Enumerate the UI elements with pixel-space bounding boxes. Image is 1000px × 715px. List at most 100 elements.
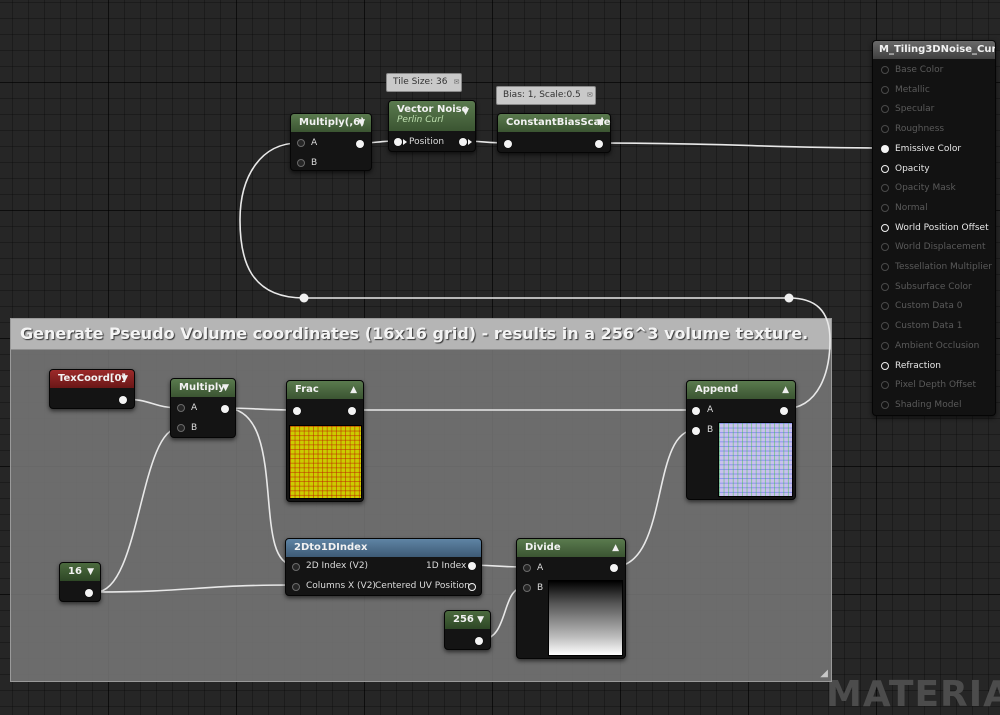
append-pin-b-label: B <box>707 425 714 435</box>
constant-256-output-pin[interactable] <box>475 637 483 645</box>
result-input-pin[interactable] <box>881 243 889 252</box>
result-input-pin[interactable] <box>881 381 889 390</box>
comment-title[interactable]: Generate Pseudo Volume coordinates (16x1… <box>11 319 831 350</box>
result-input-pin[interactable] <box>881 400 889 409</box>
result-input-label: Custom Data 0 <box>895 301 963 312</box>
result-input-label: Specular <box>895 104 935 115</box>
index-centered-output-label: Centered UV Position <box>375 581 470 591</box>
triangle-up-icon[interactable]: ▲ <box>350 381 357 399</box>
append-node[interactable]: Append ▲ A B <box>686 380 796 500</box>
divide-output-pin[interactable] <box>610 564 618 572</box>
resize-grip-icon[interactable]: ◢ <box>820 668 828 679</box>
result-input-pin[interactable] <box>881 105 889 114</box>
append-output-pin[interactable] <box>780 407 788 415</box>
multiply-pin-b-icon[interactable] <box>177 424 185 432</box>
multiply-pin-a-icon[interactable] <box>177 404 185 412</box>
material-result-title[interactable]: M_Tiling3DNoise_Curl <box>873 41 995 59</box>
constant-bias-scale-input-pin[interactable] <box>504 140 512 148</box>
result-input-pin[interactable] <box>881 361 889 370</box>
vector-noise-input-pin[interactable] <box>394 138 402 146</box>
result-input-pin[interactable] <box>881 263 889 271</box>
multiply-node[interactable]: Multiply ▼ A B <box>170 378 236 438</box>
frac-node[interactable]: Frac ▲ <box>286 380 364 502</box>
multiply-6-pin-b-icon[interactable] <box>297 159 305 167</box>
multiply-6-title: Multiply(,6) <box>299 117 365 128</box>
vector-noise-output-pin[interactable] <box>459 138 467 146</box>
index-2d-to-1d-node[interactable]: 2Dto1DIndex 2D Index (V2) Columns X (V2)… <box>285 538 482 596</box>
index-1d-output-pin[interactable] <box>468 562 476 570</box>
triangle-down-icon[interactable]: ▼ <box>121 370 128 388</box>
divide-pin-a-icon[interactable] <box>523 564 531 572</box>
triangle-down-icon[interactable]: ▼ <box>597 114 604 132</box>
divide-preview <box>548 580 623 656</box>
frac-output-pin[interactable] <box>348 407 356 415</box>
constant-bias-scale-header[interactable]: ConstantBiasScale ▼ <box>498 114 611 132</box>
result-input-pin[interactable] <box>881 144 889 153</box>
constant-bias-scale-title: ConstantBiasScale <box>506 117 611 128</box>
comment-bubble-icon[interactable]: ✉ <box>454 74 460 91</box>
result-input-pin[interactable] <box>881 85 889 94</box>
multiply-6-output-pin[interactable] <box>356 140 364 148</box>
triangle-down-icon[interactable]: ▼ <box>222 379 229 397</box>
vector-noise-header[interactable]: Vector Noise Perlin Curl ▼ <box>389 101 475 131</box>
result-input-pin[interactable] <box>881 282 889 291</box>
result-input-pin[interactable] <box>881 322 889 331</box>
append-pin-b-icon[interactable] <box>692 427 700 435</box>
result-input-label: Roughness <box>895 124 945 135</box>
multiply-output-pin[interactable] <box>221 405 229 413</box>
result-input-pin[interactable] <box>881 184 889 193</box>
triangle-down-icon[interactable]: ▼ <box>87 563 94 581</box>
frac-input-pin[interactable] <box>293 407 301 415</box>
multiply-6-node[interactable]: Multiply(,6) ▼ A B <box>290 113 372 171</box>
bias-scale-text: Bias: 1, Scale:0.5 <box>503 90 581 100</box>
multiply-6-pin-a-icon[interactable] <box>297 139 305 147</box>
multiply-pin-a-label: A <box>191 403 198 413</box>
constant-16-header[interactable]: 16 ▼ <box>60 563 100 581</box>
result-input-pin[interactable] <box>881 203 889 212</box>
triangle-down-icon[interactable]: ▼ <box>477 611 484 629</box>
constant-bias-scale-output-pin[interactable] <box>595 140 603 148</box>
multiply-header[interactable]: Multiply ▼ <box>171 379 235 397</box>
result-input-pin[interactable] <box>881 125 889 134</box>
frac-title: Frac <box>295 384 319 395</box>
divide-node[interactable]: Divide ▲ A B <box>516 538 626 659</box>
result-input-pin[interactable] <box>881 302 889 311</box>
triangle-down-icon[interactable]: ▼ <box>358 114 365 132</box>
result-input-label: Opacity Mask <box>895 183 956 194</box>
result-input-pin[interactable] <box>881 66 889 74</box>
triangle-up-icon[interactable]: ▲ <box>612 539 619 557</box>
divide-pin-b-icon[interactable] <box>523 584 531 592</box>
divide-pin-b-label: B <box>537 583 544 593</box>
constant-bias-scale-node[interactable]: ConstantBiasScale ▼ <box>497 113 611 153</box>
index-2d-input-pin[interactable] <box>292 563 300 571</box>
constant-256-header[interactable]: 256 ▼ <box>445 611 490 629</box>
texcoord-output-pin[interactable] <box>119 396 127 404</box>
result-input-label: Pixel Depth Offset <box>895 380 976 391</box>
append-pin-a-icon[interactable] <box>692 407 700 415</box>
result-input-pin[interactable] <box>881 223 889 232</box>
constant-16-node[interactable]: 16 ▼ <box>59 562 101 602</box>
multiply-6-pin-b-label: B <box>311 158 318 168</box>
divide-header[interactable]: Divide ▲ <box>517 539 625 557</box>
triangle-down-icon[interactable]: ▼ <box>462 107 469 117</box>
comment-bubble-icon[interactable]: ✉ <box>587 87 593 104</box>
index-2d-to-1d-header[interactable]: 2Dto1DIndex <box>286 539 481 557</box>
index-centered-output-pin[interactable] <box>468 583 476 591</box>
multiply-6-header[interactable]: Multiply(,6) ▼ <box>291 114 371 132</box>
result-input-label: Ambient Occlusion <box>895 340 980 351</box>
constant-256-node[interactable]: 256 ▼ <box>444 610 491 650</box>
constant-16-output-pin[interactable] <box>85 589 93 597</box>
index-columns-input-label: Columns X (V2) <box>306 581 376 591</box>
index-columns-input-pin[interactable] <box>292 583 300 591</box>
triangle-up-icon[interactable]: ▲ <box>782 381 789 399</box>
multiply-pin-b-label: B <box>191 423 198 433</box>
texcoord-header[interactable]: TexCoord[0] ▼ <box>50 370 134 388</box>
result-input-pin[interactable] <box>881 341 889 350</box>
material-result-node[interactable]: M_Tiling3DNoise_Curl Base Color Metallic S… <box>872 40 996 416</box>
texcoord-node[interactable]: TexCoord[0] ▼ <box>49 369 135 409</box>
frac-header[interactable]: Frac ▲ <box>287 381 363 399</box>
vector-noise-node[interactable]: Vector Noise Perlin Curl ▼ Position <box>388 100 476 152</box>
result-input-pin[interactable] <box>881 164 889 173</box>
append-header[interactable]: Append ▲ <box>687 381 795 399</box>
vector-noise-position-label: Position <box>409 137 445 147</box>
